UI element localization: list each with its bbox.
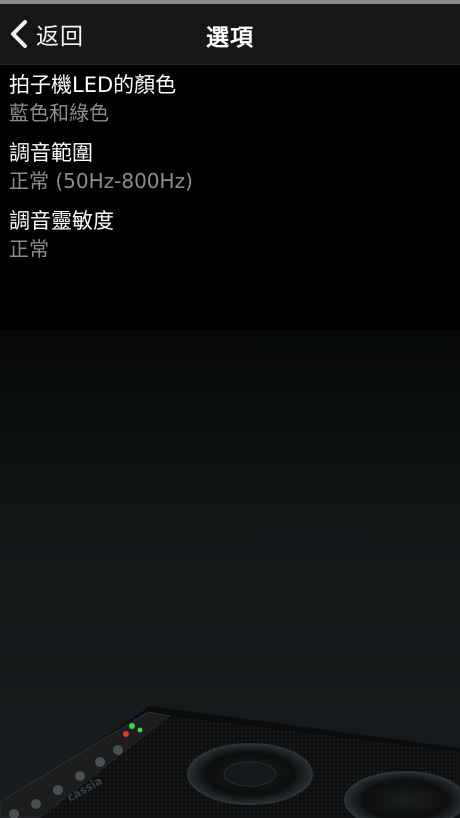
- setting-tuning-sensitivity[interactable]: 調音靈敏度 正常: [0, 202, 460, 270]
- setting-value: 正常 (50Hz-800Hz): [9, 169, 193, 193]
- setting-value: 藍色和綠色: [9, 101, 109, 125]
- setting-title: 拍子機LED的顏色: [9, 73, 177, 97]
- setting-value: 正常: [9, 237, 49, 261]
- navigation-bar: 返回 選項: [0, 4, 460, 65]
- setting-tuning-range[interactable]: 調音範圍 正常 (50Hz-800Hz): [0, 134, 460, 202]
- setting-title: 調音靈敏度: [9, 209, 114, 233]
- page-title: 選項: [206, 25, 254, 51]
- setting-metronome-led-color[interactable]: 拍子機LED的顏色 藍色和綠色: [0, 66, 460, 134]
- amplifier-illustration: cassia: [0, 706, 460, 818]
- setting-title: 調音範圍: [9, 141, 93, 165]
- settings-list: 拍子機LED的顏色 藍色和綠色 調音範圍 正常 (50Hz-800Hz) 調音靈…: [0, 66, 460, 270]
